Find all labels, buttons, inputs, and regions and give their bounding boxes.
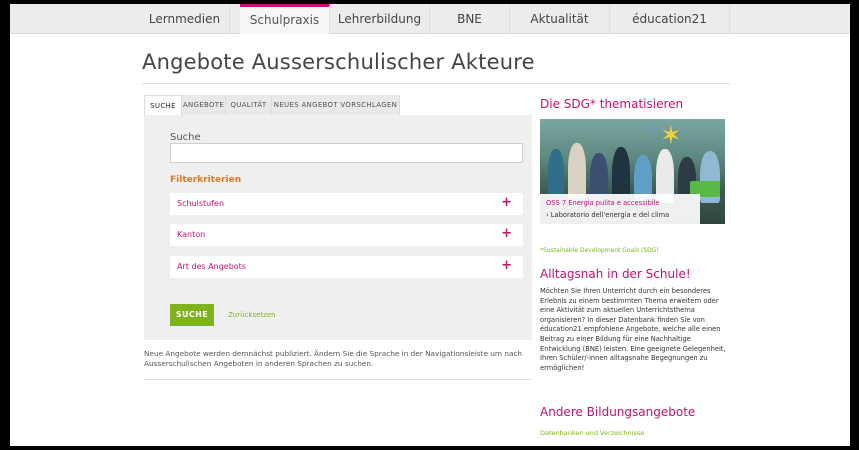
language-note: Neue Angebote werden demnächst publizier…	[144, 349, 523, 368]
browser-viewport: Lernmedien Schulpraxis Lehrerbildung BNE…	[10, 4, 850, 446]
nav-tab-aktualitaet[interactable]: Aktualität	[510, 4, 610, 34]
expand-plus-icon[interactable]: +	[501, 226, 512, 241]
caption-link[interactable]: › Laboratorio dell'energia e del clima	[546, 211, 669, 219]
nav-tab-lernmedien[interactable]: Lernmedien	[140, 4, 230, 34]
search-input[interactable]	[170, 143, 523, 163]
caption-title: OSS 7 Energia pulita e accessibile	[546, 199, 660, 207]
filter-schulstufen[interactable]: Schulstufen +	[170, 193, 523, 215]
nav-tab-lehrerbildung[interactable]: Lehrerbildung	[330, 4, 430, 34]
alltag-description: Möchten Sie Ihren Unterricht durch ein b…	[540, 287, 726, 372]
sdg-footnote: *Sustainable Development Goals (SDG)	[540, 247, 659, 254]
nav-tab-schulpraxis[interactable]: Schulpraxis	[240, 4, 330, 34]
filter-art-des-angebots[interactable]: Art des Angebots +	[170, 256, 523, 278]
content-divider	[144, 379, 532, 380]
search-submit-button[interactable]: SUCHE	[170, 304, 214, 326]
tab-angebote[interactable]: ANGEBOTE	[182, 95, 226, 115]
filter-kanton[interactable]: Kanton +	[170, 224, 523, 246]
tab-neues-angebot[interactable]: NEUES ANGEBOT VORSCHLAGEN	[272, 95, 400, 115]
photo-figure	[568, 143, 586, 199]
nav-tab-education21[interactable]: éducation21	[610, 4, 730, 34]
search-label: Suche	[170, 132, 201, 143]
tab-suche[interactable]: SUCHE	[144, 95, 182, 115]
expand-plus-icon[interactable]: +	[501, 258, 512, 273]
page-title: Angebote Ausserschulischer Akteure	[142, 50, 535, 74]
filter-label: Art des Angebots	[177, 262, 246, 271]
sdg-photo-caption[interactable]: OSS 7 Energia pulita e accessibile › Lab…	[540, 194, 700, 224]
andere-heading: Andere Bildungsangebote	[540, 405, 696, 419]
datenbanken-link[interactable]: Datenbanken und Verzeichnisse	[540, 429, 644, 437]
title-divider	[142, 83, 730, 84]
photo-detail: ✶	[660, 121, 682, 151]
search-panel: Suche Filterkriterien Schulstufen + Kant…	[144, 115, 532, 340]
filter-label: Kanton	[177, 230, 206, 239]
expand-plus-icon[interactable]: +	[501, 195, 512, 210]
photo-detail: □	[644, 123, 654, 134]
filter-label: Schulstufen	[177, 199, 225, 208]
main-navigation: Lernmedien Schulpraxis Lehrerbildung BNE…	[10, 4, 850, 34]
photo-figure	[548, 149, 564, 199]
nav-tab-bne[interactable]: BNE	[430, 4, 510, 34]
reset-link[interactable]: Zurücksetzen	[228, 311, 276, 319]
sdg-heading: Die SDG* thematisieren	[540, 97, 684, 111]
alltag-heading: Alltagsnah in der Schule!	[540, 267, 691, 281]
filter-heading: Filterkriterien	[170, 175, 242, 185]
tab-qualitaet[interactable]: QUALITÄT	[226, 95, 272, 115]
